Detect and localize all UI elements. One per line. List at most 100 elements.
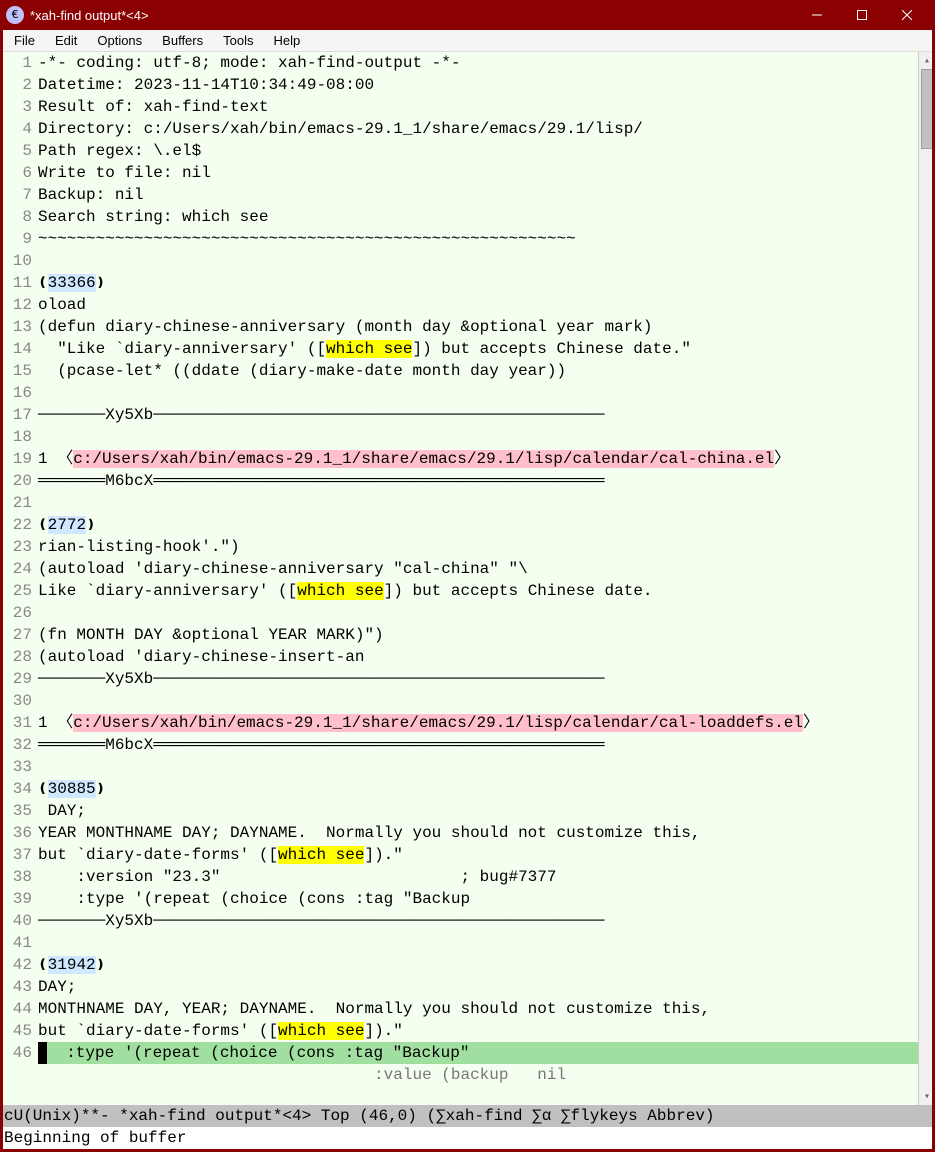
line-number: 30: [0, 690, 32, 712]
file-path[interactable]: c:/Users/xah/bin/emacs-29.1_1/share/emac…: [73, 714, 803, 732]
line-number: 29: [0, 668, 32, 690]
line-number: 22: [0, 514, 32, 536]
line-number: 23: [0, 536, 32, 558]
code-line[interactable]: Path regex: \.el$: [38, 140, 918, 162]
line-number: 14: [0, 338, 32, 360]
code-line[interactable]: 1 〈c:/Users/xah/bin/emacs-29.1_1/share/e…: [38, 712, 918, 734]
code-line[interactable]: [38, 756, 918, 778]
code-line[interactable]: Write to file: nil: [38, 162, 918, 184]
code-line[interactable]: ───────Xy5Xb────────────────────────────…: [38, 910, 918, 932]
code-line[interactable]: [38, 426, 918, 448]
code-line[interactable]: oload: [38, 294, 918, 316]
close-button[interactable]: [884, 0, 929, 30]
code-line[interactable]: 1 〈c:/Users/xah/bin/emacs-29.1_1/share/e…: [38, 448, 918, 470]
code-line[interactable]: ═══════M6bcX════════════════════════════…: [38, 734, 918, 756]
line-number: 32: [0, 734, 32, 756]
text-segment: ❪: [38, 274, 48, 292]
line-number: [0, 1064, 32, 1086]
menubar: FileEditOptionsBuffersToolsHelp: [0, 30, 935, 52]
text-segment: [38, 1042, 47, 1064]
mode-line[interactable]: cU(Unix)**- *xah-find output*<4> Top (46…: [0, 1105, 935, 1127]
window-controls: [794, 0, 929, 30]
menu-options[interactable]: Options: [87, 31, 152, 50]
code-line[interactable]: YEAR MONTHNAME DAY; DAYNAME. Normally yo…: [38, 822, 918, 844]
minibuffer[interactable]: Beginning of buffer: [0, 1127, 935, 1149]
code-line[interactable]: [38, 690, 918, 712]
code-line[interactable]: (defun diary-chinese-anniversary (month …: [38, 316, 918, 338]
code-line[interactable]: "Like `diary-anniversary' ([which see]) …: [38, 338, 918, 360]
text-segment: Result of: xah-find-text: [38, 98, 268, 116]
code-line[interactable]: but `diary-date-forms' ([which see]).": [38, 1020, 918, 1042]
menu-help[interactable]: Help: [263, 31, 310, 50]
search-match[interactable]: which see: [297, 582, 383, 600]
window-border-left: [0, 30, 3, 1152]
search-match[interactable]: which see: [278, 846, 364, 864]
code-line[interactable]: [38, 602, 918, 624]
code-line[interactable]: (pcase-let* ((ddate (diary-make-date mon…: [38, 360, 918, 382]
code-line[interactable]: [38, 492, 918, 514]
code-content[interactable]: -*- coding: utf-8; mode: xah-find-output…: [38, 52, 918, 1105]
position-marker: 33366: [48, 274, 96, 292]
code-line[interactable]: ❪33366❫: [38, 272, 918, 294]
maximize-button[interactable]: [839, 0, 884, 30]
line-number: 13: [0, 316, 32, 338]
code-line[interactable]: DAY;: [38, 800, 918, 822]
menu-tools[interactable]: Tools: [213, 31, 263, 50]
menu-file[interactable]: File: [4, 31, 45, 50]
code-line[interactable]: [38, 382, 918, 404]
code-line[interactable]: Datetime: 2023-11-14T10:34:49-08:00: [38, 74, 918, 96]
text-segment: 〉: [803, 714, 819, 732]
line-number: 6: [0, 162, 32, 184]
text-segment: :version "23.3" ; bug#7377: [38, 868, 556, 886]
code-line[interactable]: (autoload 'diary-chinese-insert-an: [38, 646, 918, 668]
editor-area[interactable]: 1234567891011121314151617181920212223242…: [0, 52, 935, 1105]
code-line[interactable]: ~~~~~~~~~~~~~~~~~~~~~~~~~~~~~~~~~~~~~~~~…: [38, 228, 918, 250]
file-path[interactable]: c:/Users/xah/bin/emacs-29.1_1/share/emac…: [73, 450, 774, 468]
text-segment: Backup: nil: [38, 186, 144, 204]
position-marker: 30885: [48, 780, 96, 798]
code-line[interactable]: [38, 932, 918, 954]
minimize-button[interactable]: [794, 0, 839, 30]
code-line[interactable]: but `diary-date-forms' ([which see]).": [38, 844, 918, 866]
code-line[interactable]: rian-listing-hook'."): [38, 536, 918, 558]
code-line[interactable]: :type '(repeat (choice (cons :tag "Backu…: [38, 1042, 918, 1064]
code-line[interactable]: Search string: which see: [38, 206, 918, 228]
code-line[interactable]: MONTHNAME DAY, YEAR; DAYNAME. Normally y…: [38, 998, 918, 1020]
search-match[interactable]: which see: [278, 1022, 364, 1040]
code-line[interactable]: Directory: c:/Users/xah/bin/emacs-29.1_1…: [38, 118, 918, 140]
line-number: 24: [0, 558, 32, 580]
code-line[interactable]: [38, 250, 918, 272]
code-line[interactable]: (autoload 'diary-chinese-anniversary "ca…: [38, 558, 918, 580]
code-line[interactable]: ═══════M6bcX════════════════════════════…: [38, 470, 918, 492]
menu-edit[interactable]: Edit: [45, 31, 87, 50]
code-line[interactable]: Result of: xah-find-text: [38, 96, 918, 118]
code-line[interactable]: Like `diary-anniversary' ([which see]) b…: [38, 580, 918, 602]
code-line[interactable]: :type '(repeat (choice (cons :tag "Backu…: [38, 888, 918, 910]
line-number: 3: [0, 96, 32, 118]
line-number: 7: [0, 184, 32, 206]
line-number: 18: [0, 426, 32, 448]
text-segment: "Like `diary-anniversary' ([: [38, 340, 326, 358]
code-line[interactable]: DAY;: [38, 976, 918, 998]
code-line[interactable]: :version "23.3" ; bug#7377: [38, 866, 918, 888]
code-line[interactable]: ───────Xy5Xb────────────────────────────…: [38, 668, 918, 690]
line-number: 45: [0, 1020, 32, 1042]
code-line[interactable]: :value (backup nil: [38, 1064, 918, 1086]
code-line[interactable]: (fn MONTH DAY &optional YEAR MARK)"): [38, 624, 918, 646]
code-line[interactable]: -*- coding: utf-8; mode: xah-find-output…: [38, 52, 918, 74]
text-segment: DAY;: [38, 802, 86, 820]
code-line[interactable]: ❪30885❫: [38, 778, 918, 800]
text-segment: oload: [38, 296, 86, 314]
code-line[interactable]: ❪31942❫: [38, 954, 918, 976]
titlebar[interactable]: € *xah-find output*<4>: [0, 0, 935, 30]
line-number: 25: [0, 580, 32, 602]
line-number: 16: [0, 382, 32, 404]
search-match[interactable]: which see: [326, 340, 412, 358]
text-segment: ═══════M6bcX════════════════════════════…: [38, 736, 605, 754]
code-line[interactable]: ❪2772❫: [38, 514, 918, 536]
menu-buffers[interactable]: Buffers: [152, 31, 213, 50]
code-line[interactable]: Backup: nil: [38, 184, 918, 206]
code-line[interactable]: ───────Xy5Xb────────────────────────────…: [38, 404, 918, 426]
text-segment: ❫: [96, 956, 106, 974]
line-number: 42: [0, 954, 32, 976]
